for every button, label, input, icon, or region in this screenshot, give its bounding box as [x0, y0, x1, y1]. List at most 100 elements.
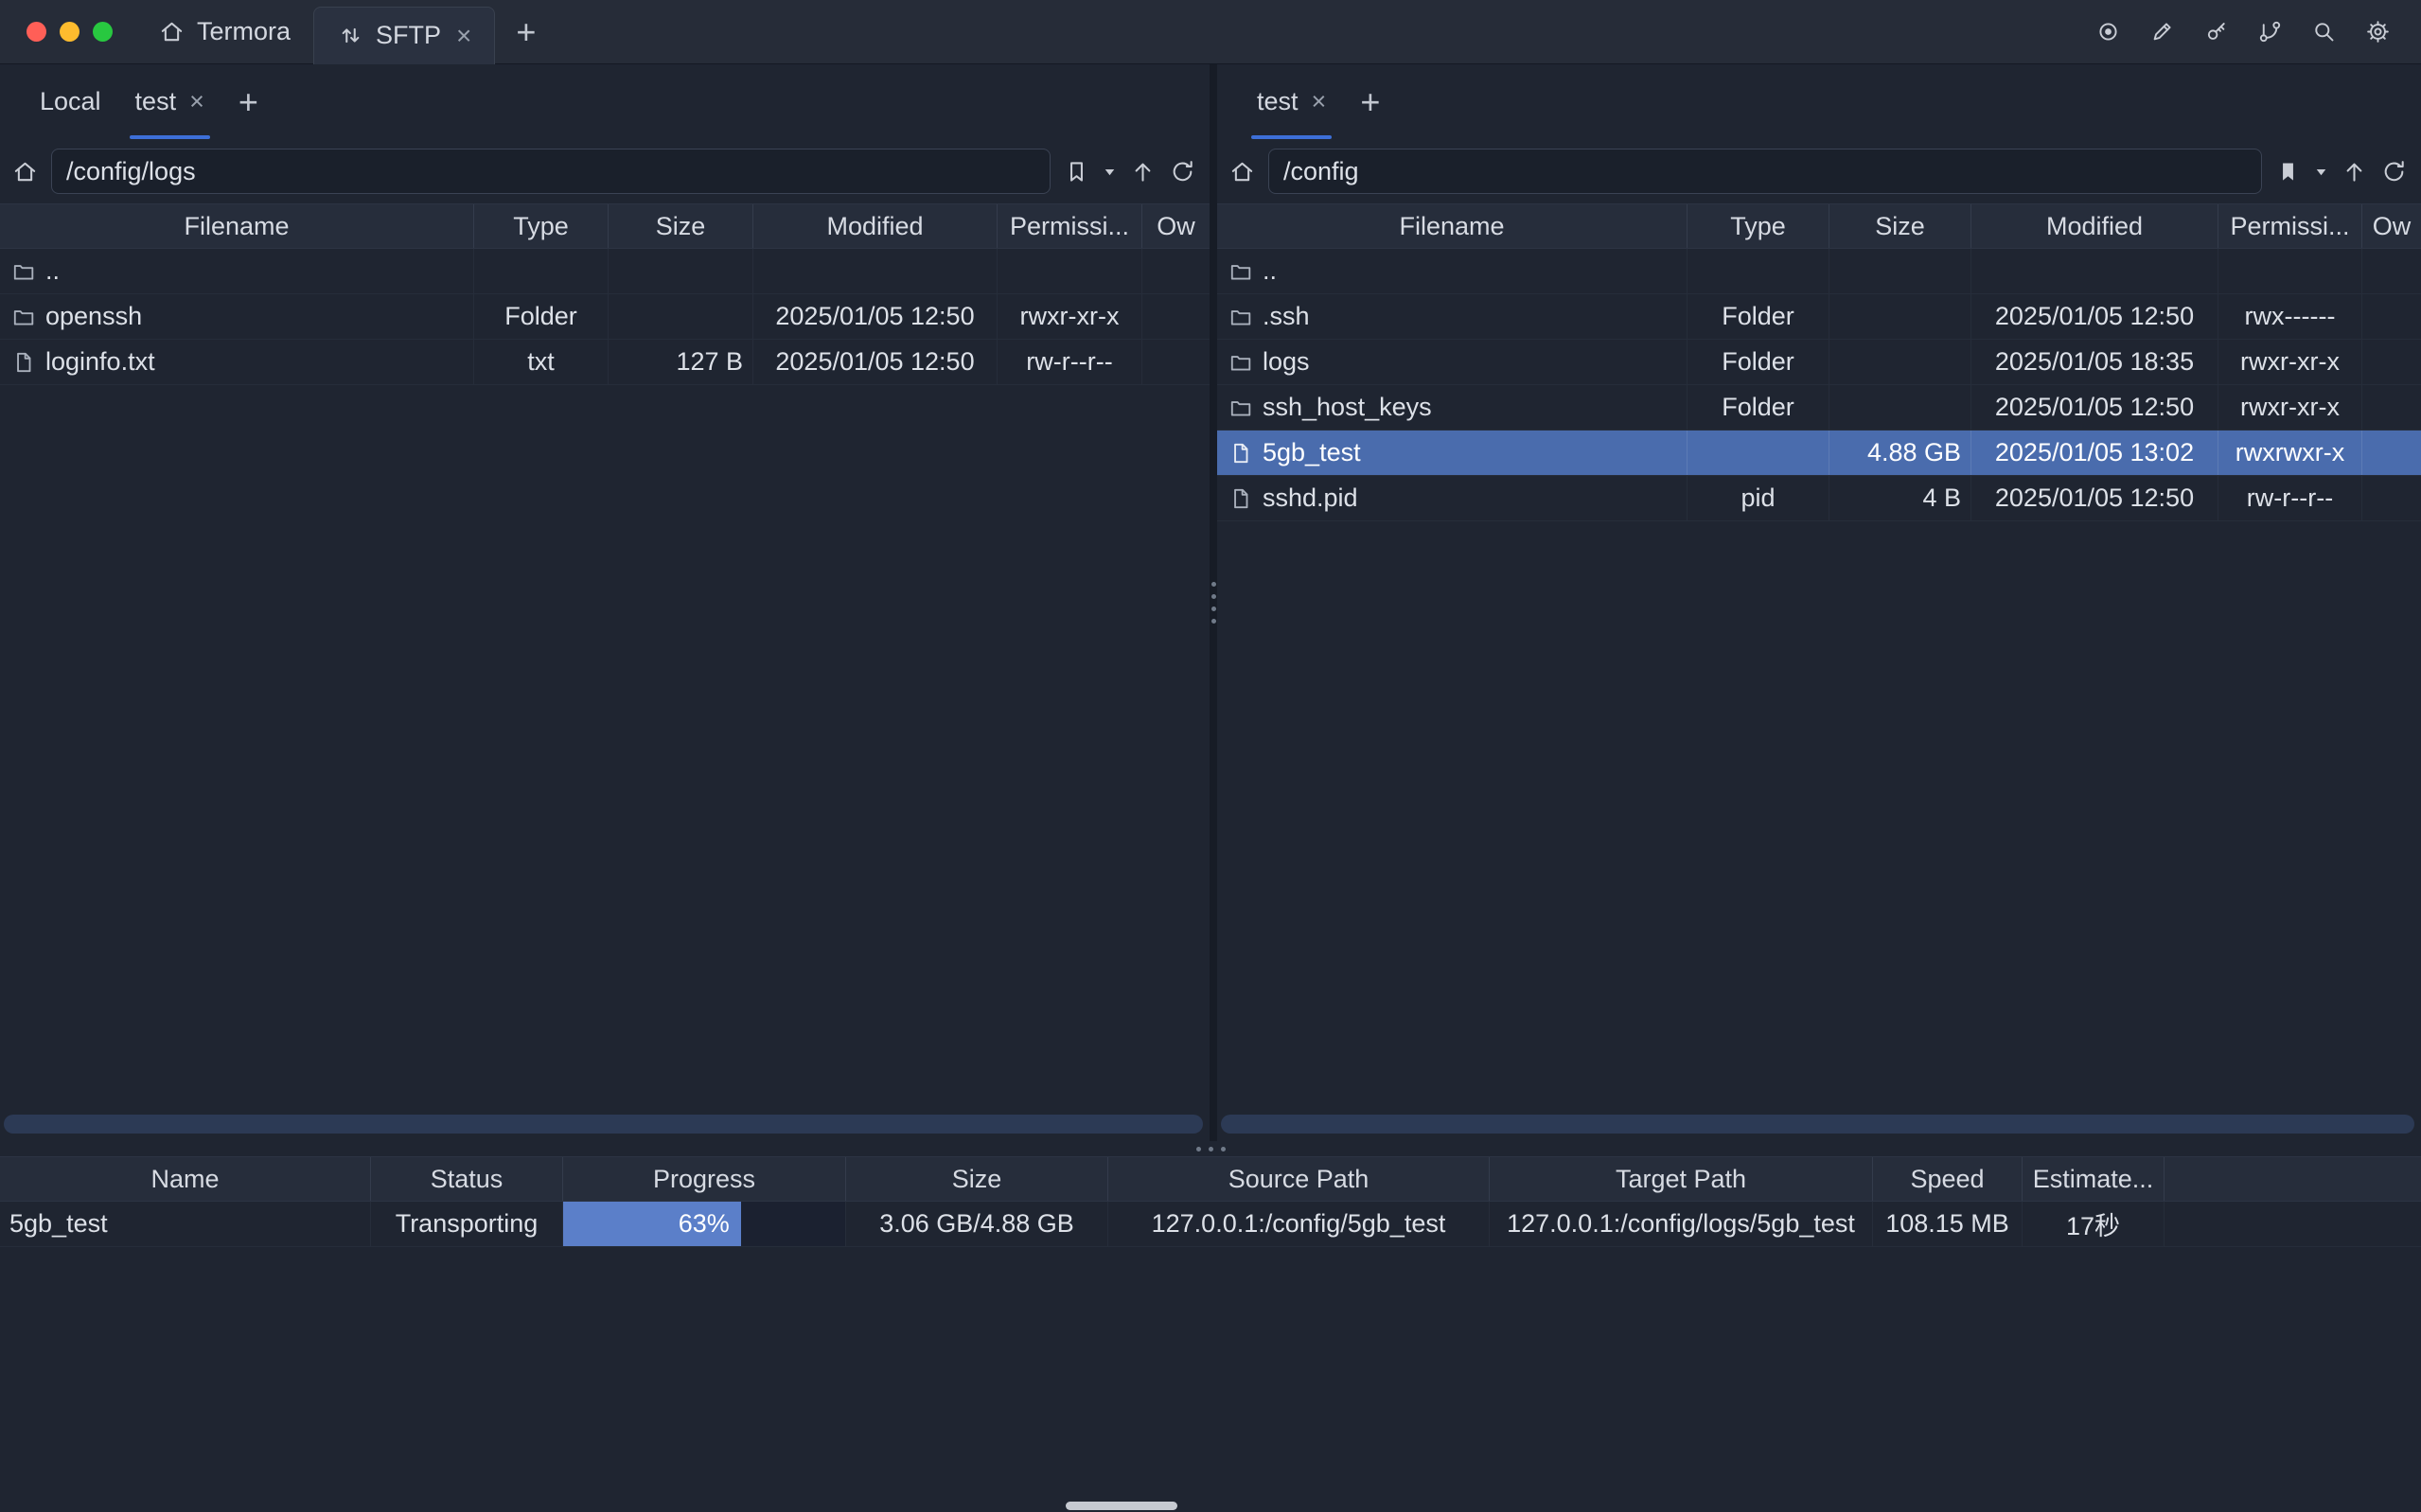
column-header[interactable]: Status [371, 1157, 563, 1201]
cell-permissions: rwxr-xr-x [2218, 385, 2362, 430]
column-header[interactable]: Speed [1873, 1157, 2023, 1201]
column-header[interactable]: Target Path [1490, 1157, 1873, 1201]
column-header[interactable]: Source Path [1108, 1157, 1490, 1201]
table-body: .. .sshFolder2025/01/05 12:50rwx------log… [1217, 249, 2421, 521]
column-header[interactable]: Size [609, 204, 753, 248]
bookmark-icon[interactable] [2274, 158, 2302, 185]
cell-owner [2362, 249, 2421, 293]
column-header[interactable]: Size [846, 1157, 1108, 1201]
record-icon[interactable] [2095, 19, 2121, 44]
column-header[interactable]: Filename [0, 204, 474, 248]
table-row[interactable]: ssh_host_keysFolder2025/01/05 12:50rwxr-… [1217, 385, 2421, 431]
cell-owner [2362, 340, 2421, 384]
settings-gear-icon[interactable] [2365, 19, 2391, 44]
add-tab-button[interactable]: + [1343, 64, 1397, 139]
cell-modified: 2025/01/05 12:50 [753, 294, 998, 339]
progress-bar: 63% [563, 1202, 846, 1246]
key-icon[interactable] [2203, 19, 2229, 44]
new-tab-button[interactable]: + [495, 15, 557, 49]
tab-test[interactable]: test × [1240, 64, 1343, 139]
column-header[interactable]: Ow [1142, 204, 1210, 248]
cell-type: Folder [1688, 385, 1829, 430]
transfers-panel: NameStatusProgressSizeSource PathTarget … [0, 1156, 2421, 1247]
cell-type: pid [1688, 476, 1829, 520]
table-row[interactable]: .. [1217, 249, 2421, 294]
horizontal-scrollbar-thumb[interactable] [4, 1115, 1203, 1134]
zoom-window-button[interactable] [93, 22, 113, 42]
cell-owner [2362, 385, 2421, 430]
window-controls [0, 22, 135, 42]
path-input[interactable] [1268, 149, 2262, 194]
table-row[interactable]: opensshFolder2025/01/05 12:50rwxr-xr-x [0, 294, 1210, 340]
column-header[interactable]: Name [0, 1157, 371, 1201]
branch-icon[interactable] [2257, 19, 2283, 44]
close-tab-icon[interactable]: × [1312, 89, 1327, 114]
horizontal-scrollbar-thumb[interactable] [1221, 1115, 2414, 1134]
cell-filename: logs [1217, 340, 1688, 384]
cell-type [1688, 431, 1829, 475]
transfers-header: NameStatusProgressSizeSource PathTarget … [0, 1156, 2421, 1202]
table-row[interactable]: sshd.pidpid4 B2025/01/05 12:50rw-r--r-- [1217, 476, 2421, 521]
cell-type: Folder [474, 294, 609, 339]
column-header[interactable]: Ow [2362, 204, 2421, 248]
column-header[interactable]: Type [474, 204, 609, 248]
cell-modified [753, 249, 998, 293]
cell-permissions: rwxr-xr-x [2218, 340, 2362, 384]
column-header[interactable]: Size [1829, 204, 1971, 248]
column-header[interactable]: Permissi... [998, 204, 1142, 248]
column-header[interactable]: Modified [753, 204, 998, 248]
path-input[interactable] [51, 149, 1051, 194]
home-icon[interactable] [11, 158, 39, 185]
folder-icon [1228, 305, 1253, 329]
table-row[interactable]: .. [0, 249, 1210, 294]
column-header[interactable]: Modified [1971, 204, 2218, 248]
column-header[interactable]: Estimate... [2023, 1157, 2165, 1201]
table-row[interactable]: 5gb_test4.88 GB2025/01/05 13:02rwxrwxr-x [1217, 431, 2421, 476]
table-row[interactable]: loginfo.txttxt127 B2025/01/05 12:50rw-r-… [0, 340, 1210, 385]
cell-size [1829, 249, 1971, 293]
parent-directory-icon[interactable] [1129, 158, 1157, 185]
panel-splitter[interactable] [1210, 64, 1217, 1141]
column-header[interactable]: Progress [563, 1157, 846, 1201]
close-tab-icon[interactable]: × [189, 89, 204, 114]
progress-fill: 63% [563, 1202, 741, 1246]
filename-text: 5gb_test [1263, 438, 1361, 467]
tab-local[interactable]: Local [23, 64, 118, 139]
add-tab-button[interactable]: + [221, 64, 275, 139]
cell-filename: 5gb_test [1217, 431, 1688, 475]
search-icon[interactable] [2311, 19, 2337, 44]
column-header[interactable]: Filename [1217, 204, 1688, 248]
bookmark-icon[interactable] [1063, 158, 1090, 185]
tab-label: Termora [197, 17, 291, 46]
column-header[interactable]: Permissi... [2218, 204, 2362, 248]
filename-text: .. [1263, 256, 1277, 286]
column-header[interactable]: Type [1688, 204, 1829, 248]
close-window-button[interactable] [27, 22, 46, 42]
refresh-icon[interactable] [2380, 158, 2408, 185]
edit-icon[interactable] [2149, 19, 2175, 44]
transfer-row[interactable]: 5gb_testTransporting63%3.06 GB/4.88 GB12… [0, 1202, 2421, 1247]
refresh-icon[interactable] [1169, 158, 1196, 185]
cell-modified [1971, 249, 2218, 293]
transfers-splitter[interactable] [0, 1141, 2421, 1156]
tab-termora[interactable]: Termora [135, 0, 313, 63]
table-row[interactable]: logsFolder2025/01/05 18:35rwxr-xr-x [1217, 340, 2421, 385]
table-row[interactable]: .sshFolder2025/01/05 12:50rwx------ [1217, 294, 2421, 340]
cell-filename: ssh_host_keys [1217, 385, 1688, 430]
tab-sftp[interactable]: SFTP × [313, 7, 495, 64]
tab-test[interactable]: test × [118, 64, 221, 139]
home-icon [158, 18, 186, 45]
cell-modified: 2025/01/05 18:35 [1971, 340, 2218, 384]
right-file-table: FilenameTypeSizeModifiedPermissi...Ow ..… [1217, 203, 2421, 1141]
bottom-scrollbar-thumb[interactable] [1066, 1502, 1177, 1510]
minimize-window-button[interactable] [60, 22, 80, 42]
close-tab-icon[interactable]: × [456, 23, 471, 49]
cell-owner [1142, 340, 1210, 384]
file-icon [1228, 486, 1253, 511]
cell-filename: openssh [0, 294, 474, 339]
chevron-down-icon[interactable] [1103, 165, 1117, 179]
chevron-down-icon[interactable] [2314, 165, 2328, 179]
left-file-table: FilenameTypeSizeModifiedPermissi...Ow ..… [0, 203, 1210, 1141]
home-icon[interactable] [1228, 158, 1256, 185]
parent-directory-icon[interactable] [2341, 158, 2368, 185]
